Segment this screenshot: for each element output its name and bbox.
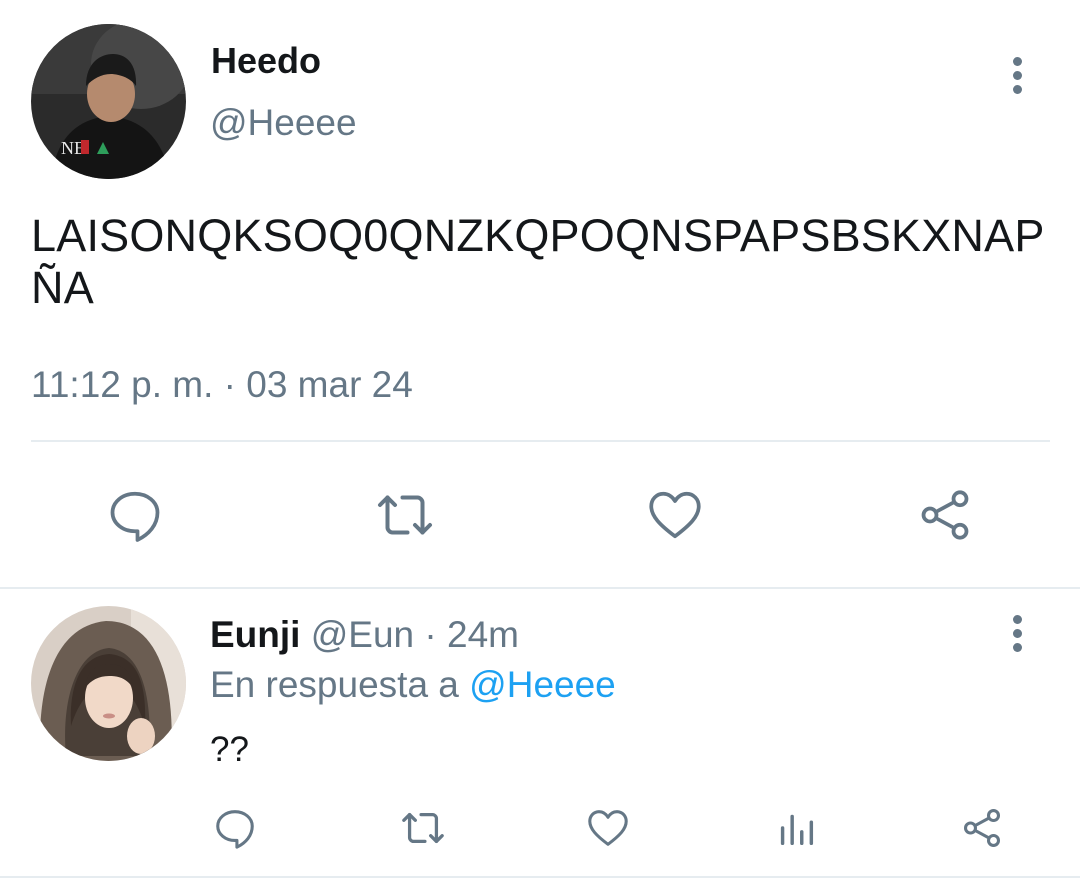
author-avatar[interactable]: NE xyxy=(31,24,186,179)
reply-time[interactable]: · 24m xyxy=(424,614,519,655)
reply-text: ?? xyxy=(210,730,249,769)
more-dot-icon xyxy=(1012,71,1022,80)
share-button[interactable] xyxy=(910,480,980,550)
reply-like-button[interactable] xyxy=(583,803,633,853)
more-dot-icon xyxy=(1012,643,1022,652)
reply-reply-button[interactable] xyxy=(210,803,260,853)
reply-share-button[interactable] xyxy=(957,803,1007,853)
replying-to-mention[interactable]: @Heeee xyxy=(469,664,616,705)
analytics-icon xyxy=(780,814,814,846)
reply-icon xyxy=(216,810,254,849)
reply-author-handle[interactable]: @Eun xyxy=(311,614,414,655)
more-dot-icon xyxy=(1012,57,1022,66)
reply-author-display-name[interactable]: Eunji xyxy=(210,614,300,655)
tweet-text-line: ÑA xyxy=(31,262,94,313)
replying-to-line: En respuesta a @Heeee xyxy=(210,664,616,706)
reply-retweet-button[interactable] xyxy=(398,803,448,853)
bottom-divider xyxy=(0,876,1080,878)
reply-more-options-button[interactable] xyxy=(1009,615,1025,652)
share-icon xyxy=(963,809,1001,847)
author-handle[interactable]: @Heeee xyxy=(210,102,357,144)
more-dot-icon xyxy=(1012,85,1022,94)
author-display-name[interactable]: Heedo xyxy=(211,40,321,82)
reply-header: Eunji @Eun · 24m xyxy=(210,614,519,656)
like-icon xyxy=(588,810,628,846)
section-divider xyxy=(0,587,1080,589)
more-dot-icon xyxy=(1012,615,1022,624)
retweet-icon xyxy=(402,812,444,844)
share-icon xyxy=(921,490,969,540)
reply-analytics-button[interactable] xyxy=(771,803,821,853)
retweet-icon xyxy=(378,495,432,535)
reply-button[interactable] xyxy=(100,480,170,550)
retweet-button[interactable] xyxy=(370,480,440,550)
like-icon xyxy=(649,491,701,539)
divider xyxy=(31,440,1050,442)
reply-icon xyxy=(110,491,160,542)
tweet-timestamp[interactable]: 11:12 p. m. · 03 mar 24 xyxy=(31,364,413,406)
reply-author-avatar[interactable] xyxy=(31,606,186,761)
replying-to-prefix: En respuesta a xyxy=(210,664,459,705)
tweet-text: LAISONQKSOQ0QNZKQPOQNSPAPSBSKXNAP ÑA xyxy=(31,210,1071,314)
more-options-button[interactable] xyxy=(1009,57,1025,94)
like-button[interactable] xyxy=(640,480,710,550)
tweet-text-line: LAISONQKSOQ0QNZKQPOQNSPAPSBSKXNAP xyxy=(31,210,1045,261)
more-dot-icon xyxy=(1012,629,1022,638)
